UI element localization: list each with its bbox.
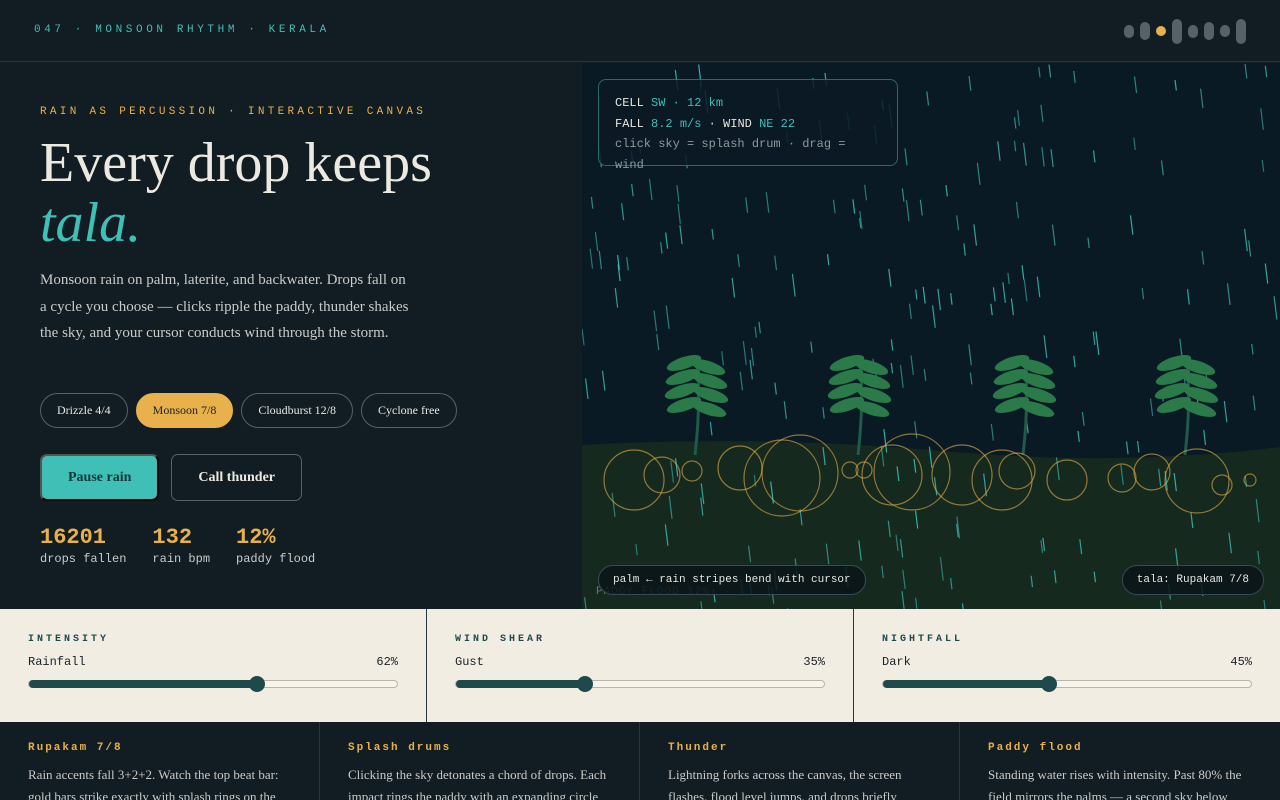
call-thunder-button[interactable]: Call thunder	[171, 454, 303, 501]
slider-fill	[883, 680, 1049, 688]
card-body: Standing water rises with intensity. Pas…	[988, 767, 1242, 800]
stats-row: 16201 drops fallen 132 rain bpm 12% padd…	[40, 525, 315, 566]
slider-title: NIGHTFALL	[882, 634, 964, 645]
slider-intensity: INTENSITY Rainfall 62%	[0, 609, 427, 722]
slider-fill	[456, 680, 585, 688]
card-rupakam: Rupakam 7/8 Rain accents fall 3+2+2. Wat…	[0, 722, 320, 800]
card-splash-drums: Splash drums Clicking the sky detonates …	[320, 722, 640, 800]
dark-slider[interactable]	[882, 676, 1252, 692]
card-title: Splash drums	[348, 742, 452, 754]
beat-bar	[1124, 17, 1246, 45]
card-title: Paddy flood	[988, 742, 1083, 754]
slider-name: Rainfall	[28, 655, 86, 669]
card-body: Lightning forks across the canvas, the s…	[668, 767, 902, 800]
gust-slider[interactable]	[455, 676, 825, 692]
card-thunder: Thunder Lightning forks across the canva…	[640, 722, 960, 800]
slider-handle[interactable]	[576, 676, 593, 692]
stat-label: rain bpm	[152, 552, 211, 566]
weather-hud: CELL SW · 12 km FALL 8.2 m/s · WIND NE 2…	[598, 79, 898, 172]
hud-fall-row: FALL 8.2 m/s · WIND NE 22	[615, 114, 881, 135]
card-title: Rupakam 7/8	[28, 742, 123, 754]
title-line-2: tala.	[40, 192, 142, 254]
title-line-1: Every drop keeps	[40, 132, 432, 194]
slider-nightfall: NIGHTFALL Dark 45%	[854, 609, 1280, 722]
stat-drops: 16201 drops fallen	[40, 525, 126, 566]
stat-bpm: 132 rain bpm	[152, 525, 210, 566]
mode-selector: Drizzle 4/4 Monsoon 7/8 Cloudburst 12/8 …	[40, 393, 457, 428]
hero-kicker: RAIN AS PERCUSSION · INTERACTIVE CANVAS	[40, 106, 427, 118]
page-title: Every drop keeps tala.	[40, 133, 432, 253]
beat-bar-segment	[1124, 24, 1134, 38]
rain-canvas[interactable]: CELL SW · 12 km FALL 8.2 m/s · WIND NE 2…	[582, 63, 1280, 609]
beat-bar-segment	[1188, 24, 1198, 38]
hud-wind-value: NE 22	[759, 116, 796, 131]
breadcrumb: 047 · MONSOON RHYTHM · KERALA	[34, 24, 330, 36]
card-body: Clicking the sky detonates a chord of dr…	[348, 767, 607, 800]
mode-cyclone-button[interactable]: Cyclone free	[361, 393, 457, 428]
beat-bar-segment	[1140, 22, 1150, 40]
mode-cloudburst-button[interactable]: Cloudburst 12/8	[241, 393, 354, 428]
stat-label: paddy flood	[236, 552, 316, 566]
control-sliders: INTENSITY Rainfall 62% WIND SHEAR Gust 3…	[0, 609, 1280, 722]
stat-label: drops fallen	[40, 552, 127, 566]
rainfall-slider[interactable]	[28, 676, 398, 692]
stat-value: 12%	[236, 525, 276, 550]
hud-fall-label: FALL	[615, 116, 644, 131]
slider-handle[interactable]	[249, 676, 266, 692]
beat-bar-segment	[1236, 18, 1246, 44]
hero-description: Monsoon rain on palm, laterite, and back…	[40, 272, 409, 341]
palm-hint-chip: palm ← rain stripes bend with cursor	[598, 565, 866, 595]
hud-fall-value: 8.2 m/s	[651, 116, 702, 131]
slider-title: WIND SHEAR	[455, 634, 546, 645]
card-paddy-flood: Paddy flood Standing water rises with in…	[960, 722, 1280, 800]
slider-name: Gust	[455, 655, 484, 669]
stat-value: 16201	[40, 525, 107, 550]
slider-title: INTENSITY	[28, 634, 110, 645]
card-body: Rain accents fall 3+2+2. Watch the top b…	[28, 767, 279, 800]
hud-cell-row: CELL SW · 12 km	[615, 93, 881, 114]
pause-rain-button[interactable]: Pause rain	[40, 454, 160, 501]
action-buttons: Pause rain Call thunder	[40, 454, 303, 501]
slider-handle[interactable]	[1040, 676, 1057, 692]
hud-cell-label: CELL	[615, 96, 644, 110]
beat-bar-segment	[1204, 22, 1214, 40]
mode-monsoon-button[interactable]: Monsoon 7/8	[135, 393, 234, 428]
slider-value: 62%	[376, 655, 398, 669]
hud-cell-value: SW · 12 km	[651, 96, 724, 110]
stat-flood: 12% paddy flood	[236, 525, 315, 566]
slider-value: 35%	[803, 655, 825, 669]
beat-bar-segment	[1172, 18, 1182, 44]
info-cards: Rupakam 7/8 Rain accents fall 3+2+2. Wat…	[0, 722, 1280, 800]
beat-bar-segment	[1156, 26, 1166, 36]
tala-chip: tala: Rupakam 7/8	[1121, 565, 1264, 595]
slider-fill	[29, 680, 258, 688]
hud-wind-label: · WIND	[708, 116, 752, 131]
beat-bar-segment	[1220, 25, 1230, 37]
card-title: Thunder	[668, 742, 729, 754]
slider-name: Dark	[882, 655, 911, 669]
top-bar: 047 · MONSOON RHYTHM · KERALA	[0, 0, 1280, 62]
stat-value: 132	[152, 525, 193, 550]
hud-hint: click sky = splash drum · drag = wind	[615, 137, 846, 172]
slider-wind-shear: WIND SHEAR Gust 35%	[427, 609, 854, 722]
slider-value: 45%	[1230, 655, 1252, 669]
hero-panel: RAIN AS PERCUSSION · INTERACTIVE CANVAS …	[0, 63, 582, 609]
mode-drizzle-button[interactable]: Drizzle 4/4	[40, 393, 128, 428]
